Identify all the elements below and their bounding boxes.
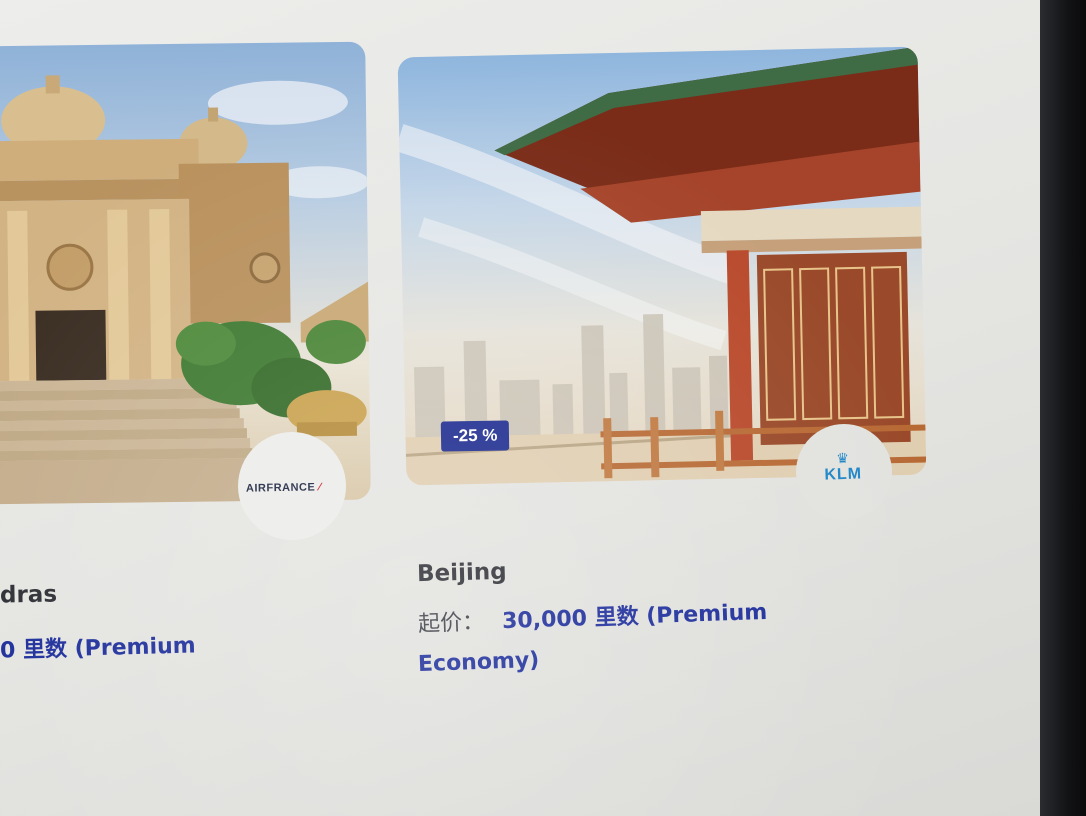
card-title-beijing[interactable]: Beijing xyxy=(417,559,507,587)
price-madras: 0 里数 (Premium xyxy=(0,633,196,664)
madras-temple-illustration xyxy=(0,75,369,505)
klm-logo: ♛ KLM xyxy=(815,451,870,485)
airfrance-logo-text: AIRFRANCE xyxy=(245,481,316,495)
beijing-pagoda-illustration xyxy=(397,46,927,486)
price-value: 30,000 里数 (Premium xyxy=(501,599,768,635)
madras-destination-image[interactable] xyxy=(0,41,371,505)
monitor-bezel xyxy=(1040,0,1086,816)
discount-badge: -25 % xyxy=(440,420,510,452)
beijing-destination-image[interactable] xyxy=(397,46,927,486)
card-title-madras[interactable]: dras xyxy=(0,582,57,609)
price-prefix-label: 起价： xyxy=(417,609,485,638)
price-class: Economy) xyxy=(417,647,540,678)
airfrance-logo: AIRFRANCE ⁄ xyxy=(246,481,321,494)
browser-page: AIRFRANCE ⁄ ♛ KLM -25 % dras Beijing 0 里… xyxy=(0,0,1040,816)
klm-logo-text: KLM xyxy=(824,465,863,484)
price-beijing: 起价： 30,000 里数 (Premium xyxy=(418,594,768,638)
airfrance-swoosh-icon: ⁄ xyxy=(315,481,322,494)
